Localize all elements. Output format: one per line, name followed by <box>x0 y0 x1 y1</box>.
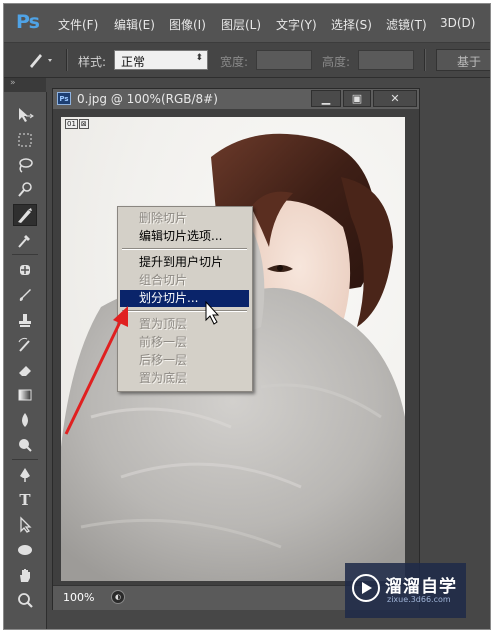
tool-preset-picker[interactable] <box>26 50 56 70</box>
quick-selection-tool-icon[interactable] <box>13 179 37 201</box>
width-field[interactable] <box>256 50 312 70</box>
minimize-button[interactable]: ▁ <box>311 90 341 107</box>
slice-tool-icon <box>30 54 52 68</box>
zoom-tool-icon[interactable] <box>13 589 37 611</box>
menu-bar: Ps 文件(F) 编辑(E) 图像(I) 图层(L) 文字(Y) 选择(S) 滤… <box>4 4 490 43</box>
type-tool-icon[interactable]: T <box>13 489 37 511</box>
menu-combine-slices[interactable]: 组合切片 <box>120 272 249 289</box>
watermark: 溜溜自学 zixue.3d66.com <box>345 563 466 618</box>
style-select-value: 正常 <box>121 55 146 69</box>
menu-send-to-back[interactable]: 置为底层 <box>120 370 249 387</box>
menu-edit[interactable]: 编辑(E) <box>114 16 155 33</box>
pen-tool-icon[interactable] <box>13 464 37 486</box>
menu-send-backward[interactable]: 后移一层 <box>120 352 249 369</box>
lasso-tool-icon[interactable] <box>13 154 37 176</box>
slices-from-guides-button[interactable]: 基于 <box>436 49 490 71</box>
menu-divide-slice[interactable]: 划分切片... <box>120 290 249 307</box>
menu-separator <box>122 310 247 312</box>
path-selection-tool-icon[interactable] <box>13 514 37 536</box>
marquee-tool-icon[interactable] <box>13 129 37 151</box>
document-title: 0.jpg @ 100%(RGB/8#) <box>77 92 218 106</box>
watermark-title: 溜溜自学 <box>385 577 457 597</box>
menu-delete-slice[interactable]: 删除切片 <box>120 210 249 227</box>
options-bar: 样式: 正常 ⬍ 宽度: 高度: 基于 <box>4 43 490 78</box>
toolbar-divider <box>12 254 38 255</box>
menu-file[interactable]: 文件(F) <box>58 16 98 33</box>
menu-edit-slice-options[interactable]: 编辑切片选项... <box>120 228 249 245</box>
gradient-tool-icon[interactable] <box>13 384 37 406</box>
document-ps-icon: Ps <box>57 92 71 105</box>
menu-promote-to-user-slice[interactable]: 提升到用户切片 <box>120 254 249 271</box>
menu-layer[interactable]: 图层(L) <box>221 16 261 33</box>
watermark-url: zixue.3d66.com <box>387 595 451 604</box>
menu-bring-forward[interactable]: 前移一层 <box>120 334 249 351</box>
options-divider <box>66 49 68 71</box>
select-arrows-icon: ⬍ <box>195 53 203 63</box>
menu-3d[interactable]: 3D(D) <box>440 16 475 30</box>
clone-stamp-tool-icon[interactable] <box>13 309 37 331</box>
healing-brush-tool-icon[interactable] <box>13 259 37 281</box>
close-button[interactable]: ✕ <box>373 90 417 107</box>
menu-image[interactable]: 图像(I) <box>169 16 206 33</box>
options-divider <box>424 49 426 71</box>
width-label: 宽度: <box>220 55 249 69</box>
ellipse-tool-icon[interactable] <box>13 539 37 561</box>
menu-filter[interactable]: 滤镜(T) <box>386 16 427 33</box>
hand-tool-icon[interactable] <box>13 564 37 586</box>
slice-context-menu: 删除切片 编辑切片选项... 提升到用户切片 组合切片 划分切片... 置为顶层… <box>117 206 253 392</box>
move-tool-icon[interactable] <box>13 104 37 126</box>
ps-logo: Ps <box>16 11 40 33</box>
slice-tool-icon[interactable] <box>13 204 37 226</box>
document-title-bar[interactable]: Ps 0.jpg @ 100%(RGB/8#) ▁ ▣ ✕ <box>53 89 419 109</box>
dodge-tool-icon[interactable] <box>13 434 37 456</box>
status-info-icon[interactable]: ◐ <box>111 590 125 604</box>
toolbar-collapse-button[interactable]: » <box>4 78 46 92</box>
style-select[interactable]: 正常 ⬍ <box>114 50 208 70</box>
menu-bring-to-front[interactable]: 置为顶层 <box>120 316 249 333</box>
menu-select[interactable]: 选择(S) <box>331 16 372 33</box>
zoom-level[interactable]: 100% <box>63 591 94 604</box>
play-logo-icon <box>352 574 380 602</box>
eraser-tool-icon[interactable] <box>13 359 37 381</box>
slice-badges: 01 ⊠ <box>65 119 89 129</box>
toolbar-divider <box>12 459 38 460</box>
brush-tool-icon[interactable] <box>13 284 37 306</box>
tools-panel: T <box>4 92 47 629</box>
menu-type[interactable]: 文字(Y) <box>276 16 317 33</box>
slice-number-badge: 01 <box>65 119 78 129</box>
menu-separator <box>122 248 247 250</box>
maximize-button[interactable]: ▣ <box>343 90 371 107</box>
slice-image-icon: ⊠ <box>78 119 89 129</box>
height-label: 高度: <box>322 55 351 69</box>
blur-tool-icon[interactable] <box>13 409 37 431</box>
height-field[interactable] <box>358 50 414 70</box>
style-label: 样式: <box>78 55 107 69</box>
eyedropper-tool-icon[interactable] <box>13 229 37 251</box>
history-brush-tool-icon[interactable] <box>13 334 37 356</box>
